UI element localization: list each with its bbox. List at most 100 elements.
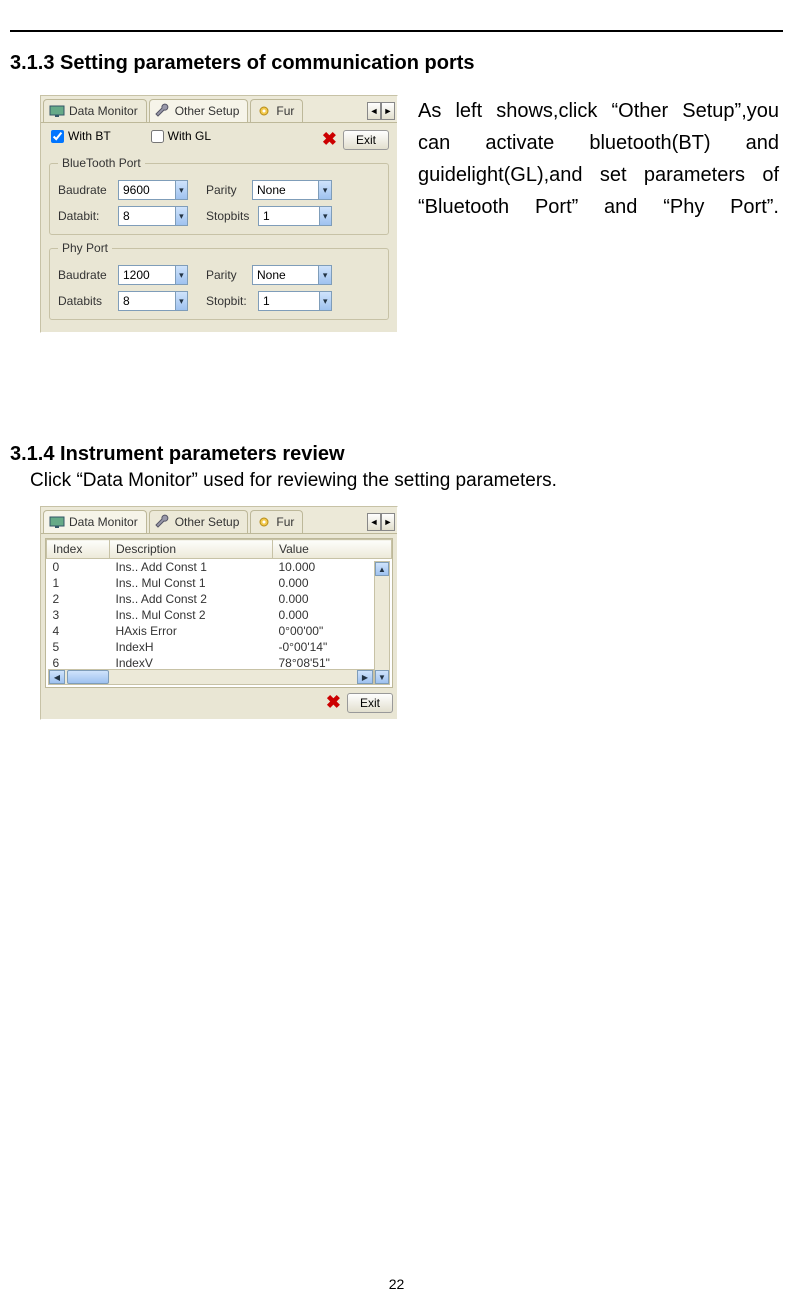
phy-stopbit-input[interactable] <box>259 294 319 308</box>
tab-fur-label: Fur <box>276 104 294 118</box>
parameters-table: Index Description Value 0Ins.. Add Const… <box>46 539 392 687</box>
exit-button-2[interactable]: Exit <box>347 693 393 713</box>
monitor-icon <box>49 514 65 530</box>
table-cell: HAxis Error <box>110 623 273 639</box>
bt-stopbits-combo[interactable]: ▾ <box>258 206 332 226</box>
table-row[interactable]: 0Ins.. Add Const 110.000 <box>47 559 392 576</box>
table-cell: Ins.. Mul Const 1 <box>110 575 273 591</box>
bt-baudrate-input[interactable] <box>119 183 175 197</box>
chevron-down-icon[interactable]: ▾ <box>318 266 331 284</box>
scroll-left-icon[interactable]: ◀ <box>49 670 65 684</box>
phy-parity-input[interactable] <box>253 268 318 282</box>
bt-stopbits-input[interactable] <box>259 209 319 223</box>
table-row[interactable]: 5IndexH-0°00'14" <box>47 639 392 655</box>
phy-baudrate-input[interactable] <box>119 268 175 282</box>
bt-databit-input[interactable] <box>119 209 175 223</box>
tab-other-setup-2[interactable]: Other Setup <box>149 510 249 533</box>
gear-icon <box>256 514 272 530</box>
phy-databits-combo[interactable]: ▾ <box>118 291 188 311</box>
bt-databit-combo[interactable]: ▾ <box>118 206 188 226</box>
other-setup-panel: Data Monitor Other Setup Fur ◄ ► <box>40 95 398 333</box>
with-bt-checkbox[interactable]: With BT <box>51 129 111 143</box>
phy-baudrate-label: Baudrate <box>58 268 112 282</box>
phy-port-legend: Phy Port <box>58 241 112 255</box>
chevron-down-icon[interactable]: ▾ <box>318 181 331 199</box>
chevron-down-icon[interactable]: ▾ <box>175 181 187 199</box>
tab-fur-2[interactable]: Fur <box>250 510 303 533</box>
heading-313: 3.1.3 Setting parameters of communicatio… <box>10 52 783 75</box>
wrench-icon <box>155 103 171 119</box>
scroll-up-icon[interactable]: ▲ <box>375 562 389 576</box>
tab-other-setup-label: Other Setup <box>175 104 240 118</box>
table-cell: 5 <box>47 639 110 655</box>
phy-parity-label: Parity <box>206 268 246 282</box>
data-monitor-panel: Data Monitor Other Setup Fur ◄ ► <box>40 506 398 720</box>
bluetooth-port-legend: BlueTooth Port <box>58 156 145 170</box>
bt-parity-label: Parity <box>206 183 246 197</box>
table-row[interactable]: 2Ins.. Add Const 20.000 <box>47 591 392 607</box>
close-icon: ✖ <box>326 692 341 713</box>
scroll-right-icon[interactable]: ▶ <box>357 670 373 684</box>
bt-stopbits-label: Stopbits <box>206 209 252 223</box>
phy-databits-input[interactable] <box>119 294 175 308</box>
table-cell: Ins.. Mul Const 2 <box>110 607 273 623</box>
table-cell: Ins.. Add Const 1 <box>110 559 273 576</box>
tab-fur-label-2: Fur <box>276 515 294 529</box>
subtext-314: Click “Data Monitor” used for reviewing … <box>30 470 783 492</box>
vertical-scrollbar[interactable]: ▲ ▼ <box>374 561 390 685</box>
gear-icon <box>256 103 272 119</box>
tab-data-monitor-label: Data Monitor <box>69 104 138 118</box>
bt-baudrate-combo[interactable]: ▾ <box>118 180 188 200</box>
phy-baudrate-combo[interactable]: ▾ <box>118 265 188 285</box>
bt-parity-input[interactable] <box>253 183 318 197</box>
tab-scroll-right-2[interactable]: ► <box>381 513 395 531</box>
with-gl-checkbox[interactable]: With GL <box>151 129 211 143</box>
phy-port-group: Phy Port Baudrate ▾ Parity ▾ <box>49 241 389 320</box>
table-row[interactable]: 4HAxis Error0°00'00" <box>47 623 392 639</box>
col-description[interactable]: Description <box>110 540 273 559</box>
table-cell: 3 <box>47 607 110 623</box>
phy-parity-combo[interactable]: ▾ <box>252 265 332 285</box>
monitor-icon <box>49 103 65 119</box>
horizontal-scrollbar[interactable]: ◀ ▶ <box>48 669 374 685</box>
tab-fur[interactable]: Fur <box>250 99 303 122</box>
chevron-down-icon[interactable]: ▾ <box>319 207 331 225</box>
chevron-down-icon[interactable]: ▾ <box>319 292 331 310</box>
table-row[interactable]: 3Ins.. Mul Const 20.000 <box>47 607 392 623</box>
exit-button-1[interactable]: Exit <box>343 130 389 150</box>
table-cell: 1 <box>47 575 110 591</box>
phy-databits-label: Databits <box>58 294 112 308</box>
parameters-table-wrap: Index Description Value 0Ins.. Add Const… <box>45 538 393 688</box>
phy-stopbit-label: Stopbit: <box>206 294 252 308</box>
table-cell: 0 <box>47 559 110 576</box>
tab-data-monitor-2[interactable]: Data Monitor <box>43 510 147 533</box>
bt-databit-label: Databit: <box>58 209 112 223</box>
chevron-down-icon[interactable]: ▾ <box>175 207 187 225</box>
col-value[interactable]: Value <box>273 540 392 559</box>
table-cell: IndexH <box>110 639 273 655</box>
col-index[interactable]: Index <box>47 540 110 559</box>
tab-other-setup-label-2: Other Setup <box>175 515 240 529</box>
table-cell: 2 <box>47 591 110 607</box>
tab-bar-2: Data Monitor Other Setup Fur ◄ ► <box>41 507 397 534</box>
tab-scroll-left[interactable]: ◄ <box>367 102 381 120</box>
scroll-down-icon[interactable]: ▼ <box>375 670 389 684</box>
table-cell: Ins.. Add Const 2 <box>110 591 273 607</box>
table-row[interactable]: 1Ins.. Mul Const 10.000 <box>47 575 392 591</box>
phy-stopbit-combo[interactable]: ▾ <box>258 291 332 311</box>
bt-parity-combo[interactable]: ▾ <box>252 180 332 200</box>
tab-scroll-left-2[interactable]: ◄ <box>367 513 381 531</box>
wrench-icon <box>155 514 171 530</box>
tab-data-monitor[interactable]: Data Monitor <box>43 99 147 122</box>
page-number: 22 <box>0 1276 793 1292</box>
chevron-down-icon[interactable]: ▾ <box>175 266 187 284</box>
bt-baudrate-label: Baudrate <box>58 183 112 197</box>
tab-scroll-right[interactable]: ► <box>381 102 395 120</box>
scroll-thumb[interactable] <box>67 670 109 684</box>
tab-other-setup[interactable]: Other Setup <box>149 99 249 122</box>
heading-314: 3.1.4 Instrument parameters review <box>10 443 783 466</box>
with-gl-label: With GL <box>168 129 211 143</box>
tab-bar: Data Monitor Other Setup Fur ◄ ► <box>41 96 397 123</box>
with-bt-label: With BT <box>68 129 111 143</box>
chevron-down-icon[interactable]: ▾ <box>175 292 187 310</box>
